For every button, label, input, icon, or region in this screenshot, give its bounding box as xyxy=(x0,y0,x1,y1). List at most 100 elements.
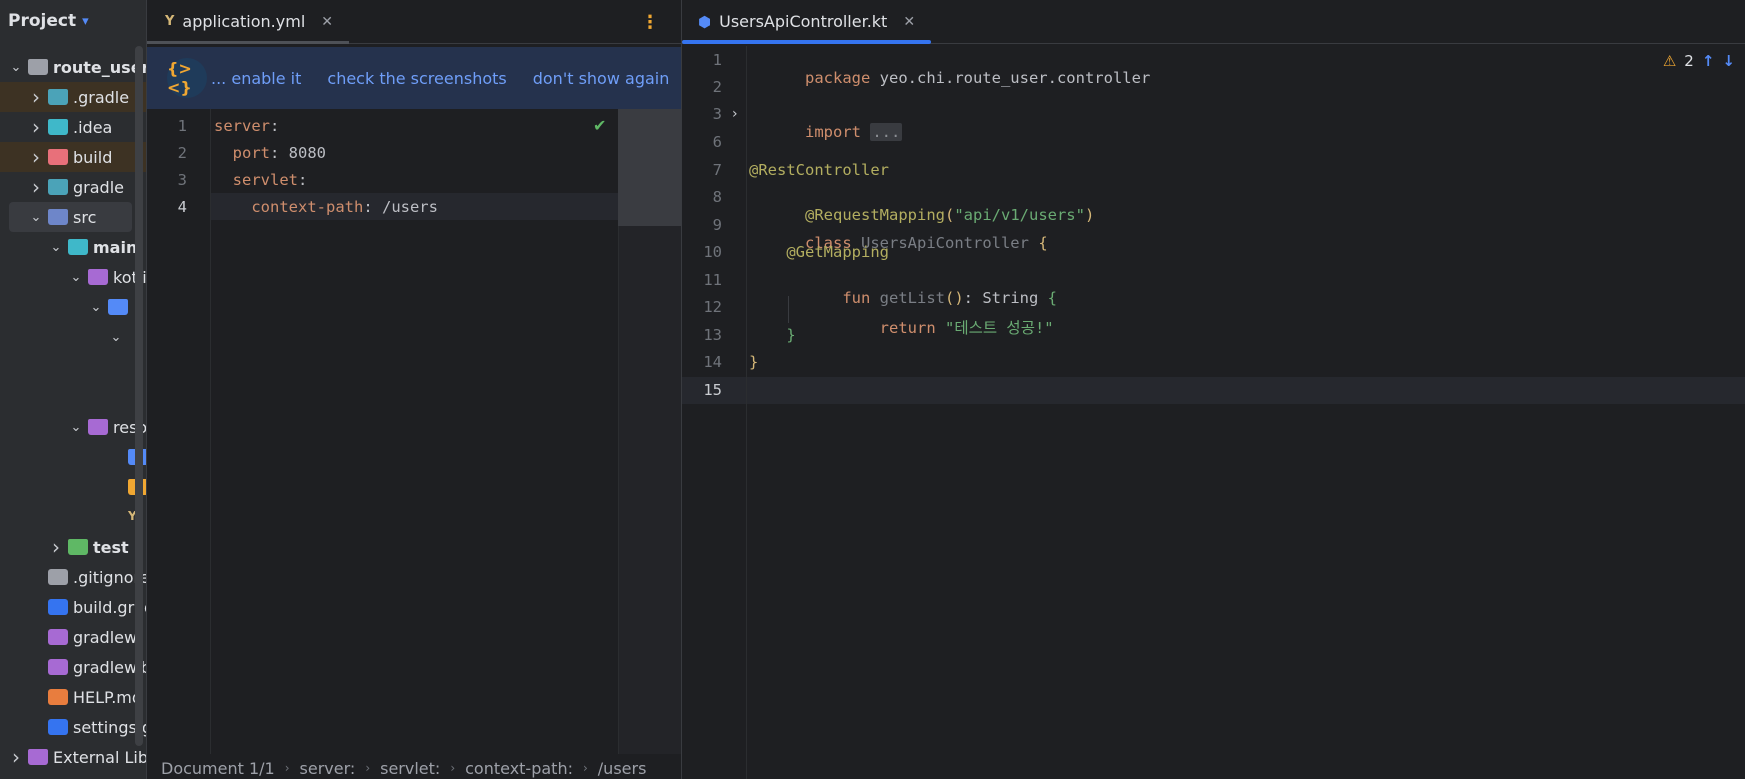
line-number: 4 xyxy=(177,198,187,216)
tab-users-api-controller[interactable]: ⬢ UsersApiController.kt ✕ xyxy=(682,0,932,44)
project-tree-item[interactable] xyxy=(0,442,146,472)
chevron-down-icon[interactable]: ⌄ xyxy=(68,270,84,285)
plugin-logo-icon: {><} xyxy=(167,58,207,98)
yaml-value: /users xyxy=(381,198,438,216)
fold-arrow-icon[interactable]: › xyxy=(732,106,738,122)
project-tree-item[interactable]: › .gradle xyxy=(0,82,146,112)
next-highlight-icon[interactable]: ↓ xyxy=(1722,52,1735,70)
chevron-down-icon[interactable]: ⌄ xyxy=(48,240,64,255)
tree-scrollbar[interactable] xyxy=(135,46,143,746)
yaml-key: context-path xyxy=(214,198,364,216)
yaml-sep: : xyxy=(363,198,382,216)
project-panel-header[interactable]: Project ▾ xyxy=(0,0,146,42)
inspection-widget[interactable]: ⚠ 2 ↑ ↓ xyxy=(1663,52,1735,70)
line-number: 10 xyxy=(703,243,722,261)
chevron-right-icon: › xyxy=(284,761,290,775)
yaml-key: port xyxy=(214,144,270,162)
breadcrumb-item[interactable]: Document 1/1 xyxy=(161,759,275,778)
chevron-down-icon[interactable]: ⌄ xyxy=(88,300,104,315)
chevron-right-icon[interactable]: › xyxy=(28,85,44,109)
line-number: 15 xyxy=(703,381,722,399)
chevron-right-icon: › xyxy=(582,761,588,775)
gradle-folder-icon xyxy=(48,179,68,195)
project-tree-item[interactable]: › .idea xyxy=(0,112,146,142)
tree-item-label: gradlew xyxy=(73,627,138,647)
project-title: Project xyxy=(8,11,77,31)
tree-item-label: .idea xyxy=(73,117,113,137)
project-tree-item[interactable]: › build xyxy=(0,142,146,172)
yaml-line: server: xyxy=(214,117,279,135)
chevron-down-icon[interactable]: ⌄ xyxy=(8,60,24,75)
chevron-right-icon[interactable]: › xyxy=(48,535,64,559)
project-tree-item[interactable]: HELP.md xyxy=(0,682,146,712)
close-icon[interactable]: ✕ xyxy=(321,14,333,30)
previous-highlight-icon[interactable]: ↑ xyxy=(1702,52,1715,70)
warning-icon: ⚠ xyxy=(1662,52,1677,70)
project-tree-item[interactable]: Y xyxy=(0,502,146,532)
chevron-right-icon[interactable]: › xyxy=(28,175,44,199)
gutter-separator xyxy=(746,46,747,779)
chevron-right-icon[interactable]: › xyxy=(28,115,44,139)
line-number: 11 xyxy=(703,271,722,289)
line-number: 1 xyxy=(177,117,187,135)
warning-count: 2 xyxy=(1684,52,1694,70)
gradle-file-icon xyxy=(48,599,68,615)
enable-link[interactable]: ... enable it xyxy=(211,69,301,88)
project-tree-item[interactable]: ⌄resources xyxy=(0,412,146,442)
tree-item-label: main xyxy=(93,237,138,257)
code-line-7: @RestController xyxy=(749,161,889,179)
project-tree-item[interactable]: ⌄ route_user xyxy=(0,52,146,82)
gradle-file-icon xyxy=(48,659,68,675)
yaml-key: server xyxy=(214,117,270,135)
project-tree-item[interactable]: ⌄ main xyxy=(0,232,146,262)
project-tree-item[interactable]: › test xyxy=(0,532,146,562)
line-number: 7 xyxy=(712,161,722,179)
test-folder-icon xyxy=(68,539,88,555)
project-tree-item[interactable]: ⌄kotlin xyxy=(0,262,146,292)
screenshots-link[interactable]: check the screenshots xyxy=(327,69,506,88)
tree-item-label: External Libraries xyxy=(53,747,146,767)
tab-label: application.yml xyxy=(182,12,306,31)
chevron-down-icon[interactable]: ▾ xyxy=(82,14,89,29)
breadcrumb-item[interactable]: server: xyxy=(300,759,356,778)
project-tree-item[interactable] xyxy=(0,472,146,502)
chevron-down-icon[interactable]: ⌄ xyxy=(68,420,84,435)
dont-show-again-link[interactable]: don't show again xyxy=(533,69,670,88)
project-tree-item[interactable]: › External Libraries xyxy=(0,742,146,772)
yaml-line: servlet: xyxy=(214,171,308,189)
breadcrumb-item[interactable]: /users xyxy=(598,759,647,778)
project-tree-item[interactable] xyxy=(0,382,146,412)
chevron-down-icon[interactable]: ⌄ xyxy=(28,210,44,225)
yaml-sep: : xyxy=(270,117,280,135)
project-tree-item[interactable] xyxy=(0,352,146,382)
project-tree-item[interactable]: ⌄ xyxy=(0,322,146,352)
folder-icon xyxy=(68,239,88,255)
project-tree-item[interactable]: gradlew.bat xyxy=(0,652,146,682)
yaml-line: port: 8080 xyxy=(214,144,326,162)
breadcrumb-item[interactable]: context-path: xyxy=(465,759,573,778)
yaml-file-icon: Y xyxy=(165,14,175,29)
project-tree-item[interactable]: .gitignore xyxy=(0,562,146,592)
breadcrumb-item[interactable]: servlet: xyxy=(380,759,440,778)
folded-imports[interactable]: ... xyxy=(870,123,903,141)
chevron-right-icon[interactable]: › xyxy=(8,745,24,769)
minimap-viewport[interactable] xyxy=(618,109,682,226)
chevron-right-icon[interactable]: › xyxy=(28,145,44,169)
close-icon[interactable]: ✕ xyxy=(903,14,915,30)
yaml-line: context-path: /users xyxy=(214,198,438,216)
tab-application-yml[interactable]: Y application.yml ✕ xyxy=(147,0,349,44)
project-tree-item[interactable]: gradlew xyxy=(0,622,146,652)
project-tree-item[interactable]: build.gradle.kts xyxy=(0,592,146,622)
project-tree-item[interactable]: ⌄ xyxy=(0,292,146,322)
project-tree-item[interactable]: settings.gradle.kts xyxy=(0,712,146,742)
line-number: 12 xyxy=(703,298,722,316)
chevron-down-icon[interactable]: ⌄ xyxy=(108,330,124,345)
tree-item-label: route_user xyxy=(53,57,146,77)
project-tree-item[interactable]: ⌄ src xyxy=(9,202,132,232)
yaml-sep: : xyxy=(298,171,308,189)
more-options-icon[interactable]: ⋮ xyxy=(641,12,659,33)
build-folder-icon xyxy=(48,149,68,165)
kotlin-folder-icon xyxy=(88,269,108,285)
project-tree-item[interactable]: › gradle xyxy=(0,172,146,202)
code-line-3: import ... xyxy=(805,123,903,141)
